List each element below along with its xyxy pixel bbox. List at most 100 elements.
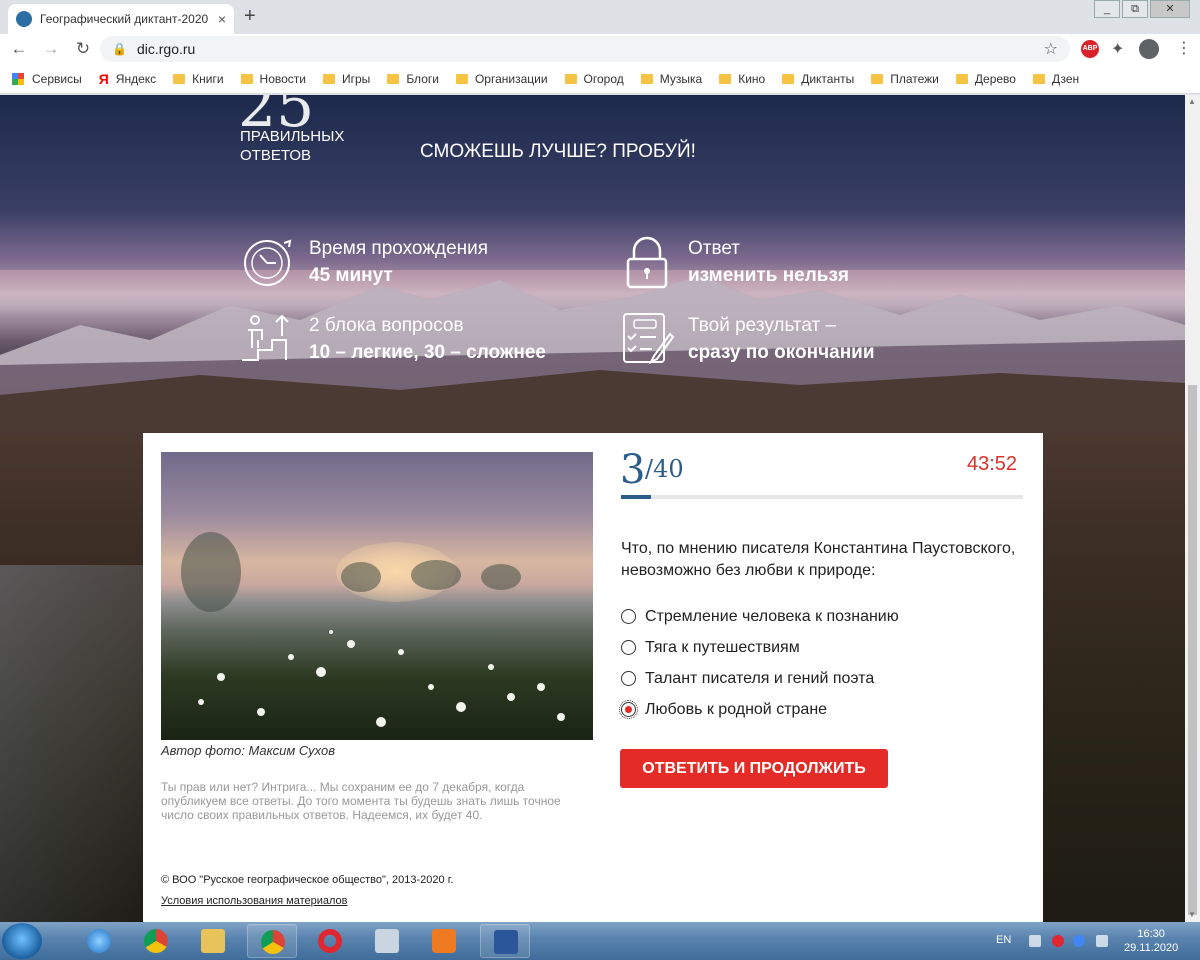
tab-close-icon[interactable]: × xyxy=(218,11,226,27)
feature-title: Время прохождения xyxy=(309,238,489,259)
close-window-button[interactable]: ✕ xyxy=(1150,0,1190,18)
bookmark-yandex[interactable]: Я Яндекс xyxy=(99,71,156,87)
bookmark-label: Блоги xyxy=(406,71,439,86)
language-indicator[interactable]: EN xyxy=(996,934,1011,946)
bookmark-label: Дерево xyxy=(974,71,1016,86)
forward-button[interactable]: → xyxy=(38,39,64,59)
scrollbar-thumb[interactable] xyxy=(1188,385,1197,915)
browser-tab[interactable]: Географический диктант-2020 | × xyxy=(8,4,234,34)
bookmark-folder[interactable]: Игры xyxy=(323,72,370,86)
start-button[interactable] xyxy=(2,923,42,959)
feature-title: 2 блока вопросов xyxy=(309,315,464,336)
back-button[interactable]: ← xyxy=(6,39,32,59)
radio-button[interactable] xyxy=(621,671,636,686)
bookmark-folder[interactable]: Платежи xyxy=(871,72,939,86)
answer-label[interactable]: Тяга к путешествиям xyxy=(645,639,800,657)
question-number: 3 xyxy=(620,447,646,493)
bookmark-services[interactable]: Сервисы xyxy=(12,72,82,86)
checklist-icon xyxy=(623,313,675,365)
stopwatch-icon xyxy=(244,239,292,286)
extensions-icon[interactable]: ✦ xyxy=(1111,39,1124,59)
folder-icon xyxy=(173,73,186,84)
answer-option[interactable]: Любовь к родной стране xyxy=(619,694,899,725)
folder-icon xyxy=(564,73,577,84)
restore-button[interactable]: ⧉ xyxy=(1122,0,1148,18)
scroll-down-icon[interactable]: ▼ xyxy=(1188,910,1196,919)
copyright-text: © ВОО "Русское географическое общество",… xyxy=(161,874,454,886)
clock-time: 16:30 xyxy=(1137,928,1165,940)
bookmark-folder[interactable]: Новости xyxy=(240,71,306,86)
bookmark-label: Огород xyxy=(583,71,624,86)
question-photo xyxy=(161,452,593,740)
explorer-icon xyxy=(201,929,225,953)
tray-chrome-icon[interactable] xyxy=(1073,935,1085,947)
intrigue-note: Ты прав или нет? Интрига... Мы сохраним … xyxy=(161,780,561,822)
correct-answers-label: ПРАВИЛЬНЫХ ОТВЕТОВ xyxy=(240,128,345,164)
url-text: dic.rgo.ru xyxy=(136,41,196,57)
tray-volume-icon[interactable] xyxy=(1096,935,1108,947)
bookmark-folder[interactable]: Диктанты xyxy=(782,72,854,86)
taskbar-explorer[interactable] xyxy=(188,924,238,958)
bookmark-label: Кино xyxy=(738,71,766,86)
internet-explorer-icon xyxy=(87,929,111,953)
taskbar-media-player[interactable] xyxy=(419,924,469,958)
terms-link[interactable]: Условия использования материалов xyxy=(161,895,348,907)
tray-network-icon[interactable] xyxy=(1029,935,1041,947)
taskbar-calculator[interactable] xyxy=(362,924,412,958)
bookmark-folder[interactable]: Кино xyxy=(719,72,765,86)
try-better-heading: СМОЖЕШЬ ЛУЧШЕ? ПРОБУЙ! xyxy=(420,141,696,162)
page-scrollbar[interactable]: ▲ ▼ xyxy=(1185,95,1200,922)
new-tab-button[interactable]: + xyxy=(244,5,256,28)
bookmark-folder[interactable]: Блоги xyxy=(387,72,439,86)
progress-bar xyxy=(621,495,1023,499)
mountain-background xyxy=(0,275,1185,435)
river-background xyxy=(0,565,150,922)
answer-option[interactable]: Стремление человека к познанию xyxy=(621,601,899,632)
tray-opera-icon[interactable] xyxy=(1052,935,1064,947)
folder-icon xyxy=(455,73,468,84)
bookmark-label: Организации xyxy=(474,71,548,86)
question-total: /40 xyxy=(645,455,684,483)
window-controls: _ ⧉ ✕ xyxy=(1092,0,1190,18)
windows-taskbar: EN 16:30 29.11.2020 xyxy=(0,922,1200,960)
question-card: Автор фото: Максим Сухов Ты прав или нет… xyxy=(143,433,1043,922)
answer-label[interactable]: Талант писателя и гений поэта xyxy=(645,670,874,688)
question-text: Что, по мнению писателя Константина Паус… xyxy=(621,540,1016,579)
reload-button[interactable]: ↻ xyxy=(70,39,96,59)
photo-flowers xyxy=(198,630,565,727)
taskbar-chrome-pinned[interactable] xyxy=(131,924,181,958)
bookmark-label: Дзен xyxy=(1051,71,1080,86)
adblock-icon[interactable]: ABP xyxy=(1081,40,1099,58)
bookmark-star-icon[interactable]: ☆ xyxy=(1044,39,1058,59)
taskbar-ie[interactable] xyxy=(74,924,124,958)
scroll-up-icon[interactable]: ▲ xyxy=(1188,97,1196,106)
answer-option[interactable]: Талант писателя и гений поэта xyxy=(621,663,899,694)
answer-option[interactable]: Тяга к путешествиям xyxy=(621,632,899,663)
system-clock[interactable]: 16:30 29.11.2020 xyxy=(1124,927,1178,955)
bookmark-folder[interactable]: Организации xyxy=(455,71,548,86)
answer-label[interactable]: Любовь к родной стране xyxy=(645,701,827,719)
taskbar-opera[interactable] xyxy=(305,924,355,958)
answer-label[interactable]: Стремление человека к познанию xyxy=(645,608,899,626)
feature-value: сразу по окончании xyxy=(688,342,875,363)
submit-answer-button[interactable]: ОТВЕТИТЬ И ПРОДОЛЖИТЬ xyxy=(620,749,888,788)
bookmark-folder[interactable]: Книги xyxy=(173,72,224,86)
radio-button[interactable] xyxy=(621,609,636,624)
address-bar[interactable]: 🔒 dic.rgo.ru ☆ xyxy=(100,36,1070,62)
bookmark-folder[interactable]: Музыка xyxy=(640,72,702,86)
bookmark-label: Новости xyxy=(259,71,306,86)
bookmark-folder[interactable]: Дзен xyxy=(1032,71,1080,86)
bookmark-folder[interactable]: Дерево xyxy=(955,71,1016,86)
bookmarks-bar: Сервисы Я Яндекс Книги Новости Игры Блоги… xyxy=(0,64,1200,94)
chrome-icon xyxy=(144,929,168,953)
radio-button-selected[interactable] xyxy=(619,700,638,719)
taskbar-chrome-active[interactable] xyxy=(247,924,297,958)
taskbar-word[interactable] xyxy=(480,924,530,958)
folder-icon xyxy=(719,73,732,84)
bookmark-folder[interactable]: Огород xyxy=(564,71,624,86)
profile-avatar[interactable] xyxy=(1139,39,1159,59)
radio-button[interactable] xyxy=(621,640,636,655)
folder-icon xyxy=(640,73,653,84)
browser-menu-icon[interactable]: ⋮ xyxy=(1176,38,1192,58)
minimize-button[interactable]: _ xyxy=(1094,0,1120,18)
